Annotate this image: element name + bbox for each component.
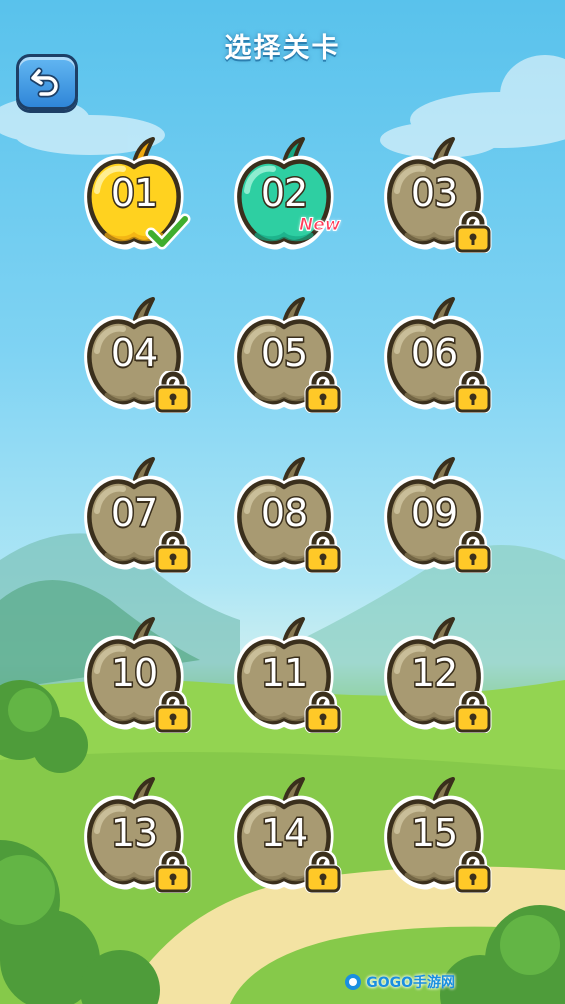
lock-icon bbox=[154, 691, 192, 733]
gogo-logo-icon bbox=[345, 974, 362, 990]
lock-icon bbox=[304, 691, 342, 733]
level-number: 14 bbox=[259, 810, 309, 857]
undo-arrow-icon bbox=[30, 67, 60, 98]
level-01-button[interactable]: 01 bbox=[77, 135, 205, 263]
level-09-button[interactable]: 09 bbox=[377, 455, 505, 583]
level-12-button[interactable]: 12 bbox=[377, 615, 505, 743]
level-number: 11 bbox=[259, 650, 309, 697]
level-06-button[interactable]: 06 bbox=[377, 295, 505, 423]
lock-icon bbox=[454, 531, 492, 573]
lock-icon bbox=[454, 691, 492, 733]
lock-icon bbox=[454, 371, 492, 413]
watermark: GOGO手游网 bbox=[344, 972, 455, 992]
lock-icon bbox=[454, 211, 492, 253]
lock-icon bbox=[154, 371, 192, 413]
lock-icon bbox=[154, 851, 192, 893]
level-number: 09 bbox=[409, 490, 459, 537]
level-08-button[interactable]: 08 bbox=[227, 455, 355, 583]
lock-icon bbox=[304, 371, 342, 413]
level-number: 07 bbox=[109, 490, 159, 537]
level-number: 05 bbox=[259, 330, 309, 377]
level-02-button[interactable]: 02 New bbox=[227, 135, 355, 263]
level-number: 12 bbox=[409, 650, 459, 697]
level-number: 08 bbox=[259, 490, 309, 537]
level-13-button[interactable]: 13 bbox=[77, 775, 205, 903]
level-number: 15 bbox=[409, 810, 459, 857]
level-number: 03 bbox=[409, 170, 459, 217]
level-14-button[interactable]: 14 bbox=[227, 775, 355, 903]
level-11-button[interactable]: 11 bbox=[227, 615, 355, 743]
back-button[interactable] bbox=[16, 54, 78, 110]
level-04-button[interactable]: 04 bbox=[77, 295, 205, 423]
new-badge: New bbox=[298, 215, 341, 236]
lock-icon bbox=[304, 851, 342, 893]
checkmark-icon bbox=[145, 213, 191, 250]
level-number: 06 bbox=[409, 330, 459, 377]
page-title: 选择关卡 bbox=[224, 33, 341, 64]
level-number: 04 bbox=[109, 330, 159, 377]
lock-icon bbox=[154, 531, 192, 573]
level-15-button[interactable]: 15 bbox=[377, 775, 505, 903]
level-05-button[interactable]: 05 bbox=[227, 295, 355, 423]
level-number: 02 bbox=[259, 170, 309, 217]
level-10-button[interactable]: 10 bbox=[77, 615, 205, 743]
level-number: 01 bbox=[109, 170, 159, 217]
lock-icon bbox=[304, 531, 342, 573]
level-03-button[interactable]: 03 bbox=[377, 135, 505, 263]
level-07-button[interactable]: 07 bbox=[77, 455, 205, 583]
level-number: 13 bbox=[109, 810, 159, 857]
level-number: 10 bbox=[109, 650, 159, 697]
lock-icon bbox=[454, 851, 492, 893]
